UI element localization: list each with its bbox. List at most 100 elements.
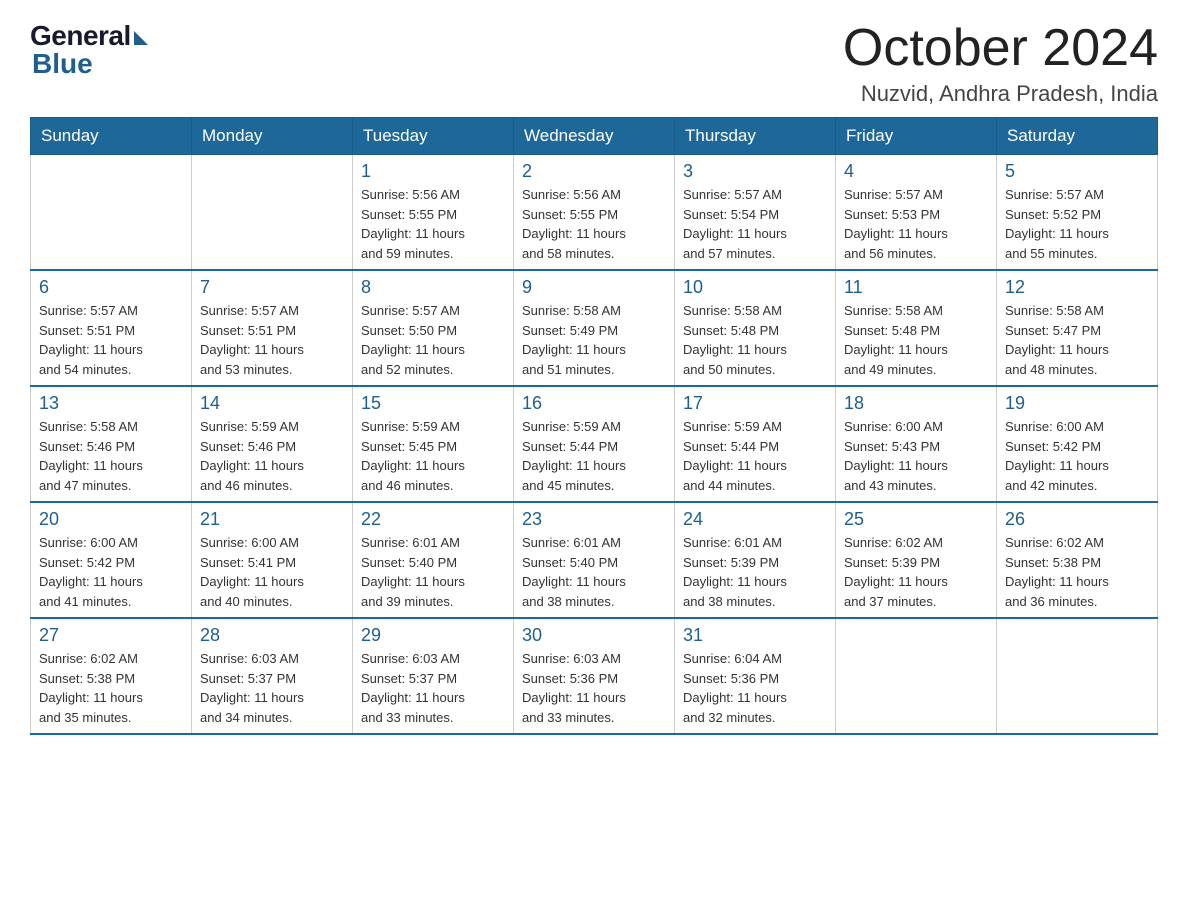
month-title: October 2024 [843,20,1158,77]
calendar-cell: 16 Sunrise: 5:59 AM Sunset: 5:44 PM Dayli… [514,386,675,502]
day-of-week-saturday: Saturday [997,118,1158,155]
calendar-cell: 1 Sunrise: 5:56 AM Sunset: 5:55 PM Daylig… [353,155,514,271]
calendar-cell [836,618,997,734]
day-info: Sunrise: 6:04 AM Sunset: 5:36 PM Dayligh… [683,649,827,727]
day-number: 13 [39,393,183,414]
day-info: Sunrise: 5:57 AM Sunset: 5:50 PM Dayligh… [361,301,505,379]
day-info: Sunrise: 5:57 AM Sunset: 5:54 PM Dayligh… [683,185,827,263]
day-info: Sunrise: 6:03 AM Sunset: 5:36 PM Dayligh… [522,649,666,727]
calendar-cell: 9 Sunrise: 5:58 AM Sunset: 5:49 PM Daylig… [514,270,675,386]
calendar-cell: 2Sunrise: 5:56 AM Sunset: 5:55 PM Daylig… [514,155,675,271]
calendar-cell: 7 Sunrise: 5:57 AM Sunset: 5:51 PM Daylig… [192,270,353,386]
day-number: 5 [1005,161,1149,182]
day-number: 18 [844,393,988,414]
day-number: 27 [39,625,183,646]
day-of-week-thursday: Thursday [675,118,836,155]
calendar-cell: 8 Sunrise: 5:57 AM Sunset: 5:50 PM Daylig… [353,270,514,386]
day-number: 19 [1005,393,1149,414]
calendar-cell: 13 Sunrise: 5:58 AM Sunset: 5:46 PM Dayli… [31,386,192,502]
calendar-cell: 18 Sunrise: 6:00 AM Sunset: 5:43 PM Dayli… [836,386,997,502]
day-number: 2 [522,161,666,182]
day-info: Sunrise: 6:01 AM Sunset: 5:40 PM Dayligh… [522,533,666,611]
calendar-cell: 11Sunrise: 5:58 AM Sunset: 5:48 PM Dayli… [836,270,997,386]
day-info: Sunrise: 5:57 AM Sunset: 5:52 PM Dayligh… [1005,185,1149,263]
day-number: 6 [39,277,183,298]
day-number: 22 [361,509,505,530]
title-section: October 2024 Nuzvid, Andhra Pradesh, Ind… [843,20,1158,107]
week-row-1: 1 Sunrise: 5:56 AM Sunset: 5:55 PM Daylig… [31,155,1158,271]
day-info: Sunrise: 5:58 AM Sunset: 5:46 PM Dayligh… [39,417,183,495]
calendar-cell: 6Sunrise: 5:57 AM Sunset: 5:51 PM Daylig… [31,270,192,386]
day-of-week-tuesday: Tuesday [353,118,514,155]
day-info: Sunrise: 5:57 AM Sunset: 5:51 PM Dayligh… [200,301,344,379]
day-of-week-friday: Friday [836,118,997,155]
calendar-cell [192,155,353,271]
day-info: Sunrise: 5:59 AM Sunset: 5:44 PM Dayligh… [683,417,827,495]
calendar-cell: 23Sunrise: 6:01 AM Sunset: 5:40 PM Dayli… [514,502,675,618]
day-number: 3 [683,161,827,182]
calendar-cell: 28Sunrise: 6:03 AM Sunset: 5:37 PM Dayli… [192,618,353,734]
logo-blue-text: Blue [32,48,93,80]
day-number: 4 [844,161,988,182]
days-of-week-row: SundayMondayTuesdayWednesdayThursdayFrid… [31,118,1158,155]
day-number: 21 [200,509,344,530]
day-info: Sunrise: 6:00 AM Sunset: 5:41 PM Dayligh… [200,533,344,611]
calendar-cell: 25Sunrise: 6:02 AM Sunset: 5:39 PM Dayli… [836,502,997,618]
week-row-2: 6 Sunrise: 5:57 AM Sunset: 5:51 PM Daylig… [31,270,1158,386]
day-info: Sunrise: 5:59 AM Sunset: 5:45 PM Dayligh… [361,417,505,495]
calendar-cell: 14 Sunrise: 5:59 AM Sunset: 5:46 PM Dayli… [192,386,353,502]
day-of-week-monday: Monday [192,118,353,155]
day-info: Sunrise: 6:03 AM Sunset: 5:37 PM Dayligh… [200,649,344,727]
day-number: 26 [1005,509,1149,530]
day-info: Sunrise: 5:59 AM Sunset: 5:44 PM Dayligh… [522,417,666,495]
day-number: 1 [361,161,505,182]
calendar-cell: 30 Sunrise: 6:03 AM Sunset: 5:36 PM Dayli… [514,618,675,734]
location-text: Nuzvid, Andhra Pradesh, India [843,81,1158,107]
day-number: 14 [200,393,344,414]
day-number: 15 [361,393,505,414]
day-number: 7 [200,277,344,298]
day-number: 31 [683,625,827,646]
calendar-table: SundayMondayTuesdayWednesdayThursdayFrid… [30,117,1158,735]
week-row-4: 20Sunrise: 6:00 AM Sunset: 5:42 PM Dayli… [31,502,1158,618]
calendar-cell: 21 Sunrise: 6:00 AM Sunset: 5:41 PM Dayli… [192,502,353,618]
day-number: 17 [683,393,827,414]
calendar-cell: 15 Sunrise: 5:59 AM Sunset: 5:45 PM Dayli… [353,386,514,502]
day-number: 10 [683,277,827,298]
day-number: 8 [361,277,505,298]
day-number: 16 [522,393,666,414]
day-info: Sunrise: 6:02 AM Sunset: 5:38 PM Dayligh… [1005,533,1149,611]
day-info: Sunrise: 6:02 AM Sunset: 5:39 PM Dayligh… [844,533,988,611]
day-info: Sunrise: 6:00 AM Sunset: 5:43 PM Dayligh… [844,417,988,495]
calendar-cell: 4 Sunrise: 5:57 AM Sunset: 5:53 PM Daylig… [836,155,997,271]
day-info: Sunrise: 6:01 AM Sunset: 5:40 PM Dayligh… [361,533,505,611]
calendar-header: SundayMondayTuesdayWednesdayThursdayFrid… [31,118,1158,155]
day-of-week-sunday: Sunday [31,118,192,155]
day-number: 12 [1005,277,1149,298]
logo: General Blue [30,20,148,80]
calendar-cell: 19Sunrise: 6:00 AM Sunset: 5:42 PM Dayli… [997,386,1158,502]
day-info: Sunrise: 5:58 AM Sunset: 5:48 PM Dayligh… [844,301,988,379]
calendar-cell: 24Sunrise: 6:01 AM Sunset: 5:39 PM Dayli… [675,502,836,618]
day-info: Sunrise: 5:58 AM Sunset: 5:48 PM Dayligh… [683,301,827,379]
day-of-week-wednesday: Wednesday [514,118,675,155]
calendar-cell: 20Sunrise: 6:00 AM Sunset: 5:42 PM Dayli… [31,502,192,618]
day-info: Sunrise: 6:02 AM Sunset: 5:38 PM Dayligh… [39,649,183,727]
day-info: Sunrise: 6:00 AM Sunset: 5:42 PM Dayligh… [39,533,183,611]
calendar-cell: 10 Sunrise: 5:58 AM Sunset: 5:48 PM Dayli… [675,270,836,386]
calendar-cell [997,618,1158,734]
day-info: Sunrise: 5:58 AM Sunset: 5:49 PM Dayligh… [522,301,666,379]
day-info: Sunrise: 5:58 AM Sunset: 5:47 PM Dayligh… [1005,301,1149,379]
page-header: General Blue October 2024 Nuzvid, Andhra… [30,20,1158,107]
day-info: Sunrise: 5:57 AM Sunset: 5:53 PM Dayligh… [844,185,988,263]
day-number: 29 [361,625,505,646]
calendar-body: 1 Sunrise: 5:56 AM Sunset: 5:55 PM Daylig… [31,155,1158,735]
day-number: 30 [522,625,666,646]
calendar-cell: 17 Sunrise: 5:59 AM Sunset: 5:44 PM Dayli… [675,386,836,502]
day-number: 9 [522,277,666,298]
day-info: Sunrise: 5:56 AM Sunset: 5:55 PM Dayligh… [361,185,505,263]
calendar-cell: 3 Sunrise: 5:57 AM Sunset: 5:54 PM Daylig… [675,155,836,271]
calendar-cell [31,155,192,271]
day-info: Sunrise: 5:59 AM Sunset: 5:46 PM Dayligh… [200,417,344,495]
day-number: 24 [683,509,827,530]
